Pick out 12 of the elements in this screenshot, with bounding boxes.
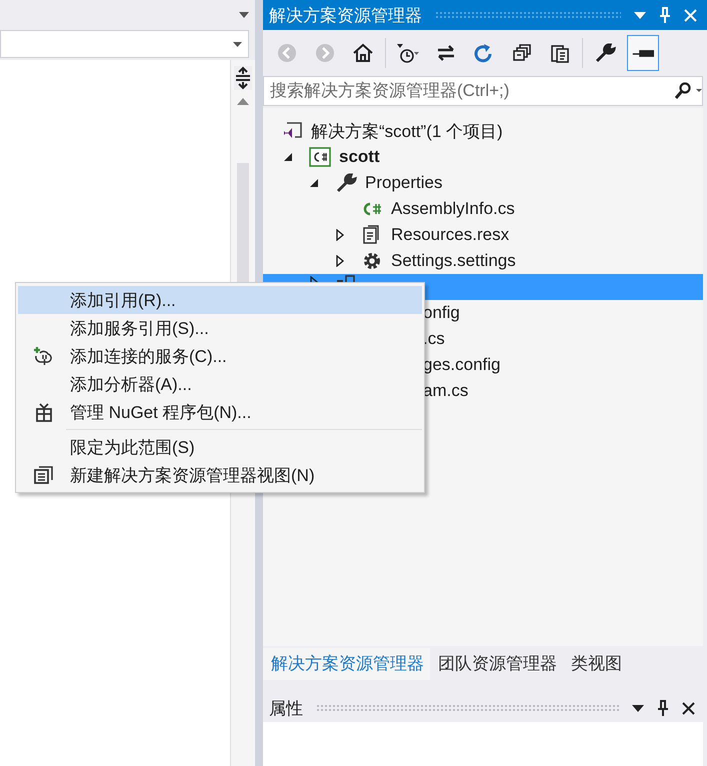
tree-item-label: am.cs bbox=[423, 381, 468, 401]
tree-item-label: ges.config bbox=[423, 355, 500, 375]
tree-item-label: 解决方案“scott”(1 个项目) bbox=[311, 120, 503, 142]
tree-item-label: Settings.settings bbox=[391, 251, 516, 271]
tree-item-label: scott bbox=[339, 147, 380, 167]
tree-item-label: onfig bbox=[423, 303, 460, 323]
panel-title: 属性 bbox=[269, 698, 303, 720]
panel-title: 解决方案资源管理器 bbox=[269, 4, 422, 26]
tree-item-label: Resources.resx bbox=[391, 225, 510, 245]
tree-item-label: .cs bbox=[423, 329, 445, 349]
tree-item-label: Properties bbox=[365, 173, 442, 193]
tree-item-label: AssemblyInfo.cs bbox=[391, 199, 515, 219]
